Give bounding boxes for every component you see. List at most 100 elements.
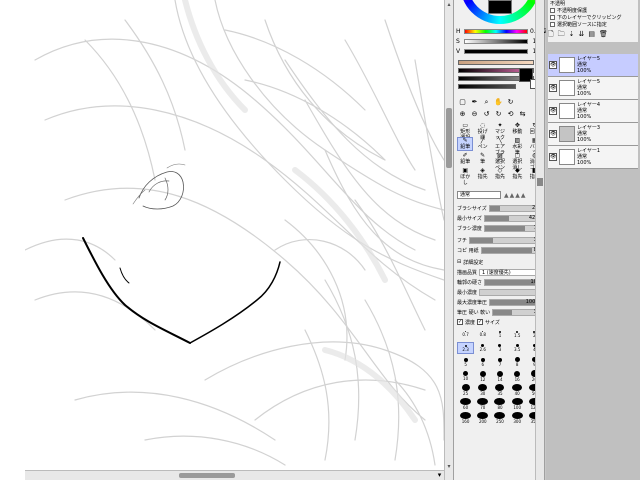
tool-panel-scrollbar[interactable]	[535, 0, 544, 480]
zoom-in-icon[interactable]: ⊕	[458, 110, 467, 120]
brush-size-preset[interactable]: 80	[491, 398, 508, 410]
saturation-slider-row[interactable]: S 100	[456, 37, 544, 46]
tool-button[interactable]: ✥ 移動	[509, 122, 525, 136]
resize-corner-icon[interactable]: ▾	[435, 470, 444, 480]
color-slider-1[interactable]	[458, 60, 534, 65]
clipping-option[interactable]: 下のレイヤーでクリッピング	[548, 14, 638, 21]
brush-size-preset[interactable]: 5	[457, 356, 474, 368]
brush-size-preset[interactable]: 3	[491, 342, 508, 354]
brush-size-preset[interactable]: 40	[509, 384, 526, 396]
brush-size-preset[interactable]: 250	[491, 412, 508, 424]
brush-shape-row[interactable]: フチ 32	[457, 235, 543, 245]
clipping-checkbox[interactable]	[550, 15, 555, 20]
visibility-eye-icon[interactable]: 👁	[549, 61, 557, 69]
new-layer-icon[interactable]: 🗋	[548, 30, 554, 41]
new-folder-icon[interactable]: 🗀	[558, 30, 565, 41]
brush-size-preset[interactable]: 0.8	[474, 328, 491, 340]
scroll-up-arrow-icon[interactable]: ▴	[445, 0, 453, 9]
tool-button[interactable]: ✎ 鉛筆	[457, 137, 474, 151]
tool-button[interactable]: ╲ エアブラシ	[492, 137, 508, 163]
checkbox-icon[interactable]: ▢	[458, 98, 467, 108]
rotate-icon[interactable]: ↻	[506, 98, 515, 108]
min-size-row[interactable]: 最小サイズ 42%	[457, 213, 543, 223]
brush-size-preset[interactable]: 30	[474, 384, 491, 396]
clear-layer-icon[interactable]: ▤	[588, 30, 595, 41]
tool-button[interactable]: ◈ 指先	[474, 167, 490, 181]
brush-size-preset[interactable]: 16	[509, 370, 526, 382]
brush-size-preset[interactable]: 1.5	[509, 328, 526, 340]
visibility-eye-icon[interactable]: 👁	[549, 153, 557, 161]
horizontal-scroll-thumb[interactable]	[179, 473, 235, 478]
protect-opacity-checkbox[interactable]	[550, 8, 555, 13]
min-density-slider[interactable]: 0	[479, 288, 543, 296]
brush-texture-row[interactable]: コピ 用紙 84	[457, 245, 543, 255]
pressure-row[interactable]: 筆圧 硬い 軟い 38	[457, 307, 543, 317]
tool-panel-scroll-thumb[interactable]	[537, 178, 543, 186]
brush-size-preset[interactable]: 8	[509, 356, 526, 368]
expand-icon[interactable]: ⊟	[457, 259, 461, 265]
brush-size-preset[interactable]: 0.7	[457, 328, 474, 340]
color-slider-4[interactable]	[458, 84, 516, 89]
brush-size-row[interactable]: ブラシサイズ 2.0	[457, 203, 543, 213]
hue-slider-row[interactable]: H 0.082	[456, 27, 547, 36]
pressure-size-checkbox[interactable]	[477, 319, 484, 325]
canvas-vertical-scrollbar[interactable]: ▴ ▾	[444, 0, 453, 480]
tool-button[interactable]: ▣ ぼかし	[457, 167, 473, 187]
scroll-down-arrow-icon[interactable]: ▾	[445, 462, 453, 471]
edge-hardness-row[interactable]: 輪郭の硬さ 100	[457, 277, 543, 287]
value-slider[interactable]	[464, 49, 528, 54]
brush-size-preset[interactable]: 7	[491, 356, 508, 368]
brush-size-preset[interactable]: 12	[474, 370, 491, 382]
vertical-scroll-thumb[interactable]	[446, 108, 452, 168]
brush-size-preset[interactable]: 300	[509, 412, 526, 424]
brush-density-row[interactable]: ブラシ濃度 70	[457, 223, 543, 233]
visibility-eye-icon[interactable]: 👁	[549, 107, 557, 115]
zoom-icon[interactable]: ⌕	[482, 98, 491, 108]
tool-button[interactable]: ◆ 指先	[509, 167, 525, 181]
selection-source-option[interactable]: 選択範囲ソースに指定	[548, 21, 638, 28]
transfer-layer-icon[interactable]: ⇣	[569, 30, 575, 41]
min-density-row[interactable]: 最小濃度 0	[457, 287, 543, 297]
merge-layer-icon[interactable]: ⇊	[579, 30, 585, 41]
brush-size-preset[interactable]: 10	[457, 370, 474, 382]
visibility-eye-icon[interactable]: 👁	[549, 84, 557, 92]
brush-size-preset[interactable]: 14	[491, 370, 508, 382]
eyedropper-icon[interactable]: ✒	[470, 98, 479, 108]
brush-size-preset[interactable]: 2.3	[457, 342, 475, 354]
brush-shape-slider[interactable]: 32	[469, 236, 543, 244]
brush-size-preset[interactable]: 2.6	[474, 342, 491, 354]
brush-texture-slider[interactable]: 84	[480, 246, 543, 254]
brush-size-preset[interactable]: 25	[457, 384, 474, 396]
layer-row[interactable]: 👁 レイヤー5 通常 100%	[548, 54, 638, 77]
saturation-value-square[interactable]	[488, 0, 512, 14]
brush-size-preset[interactable]: 160	[457, 412, 474, 424]
tool-button[interactable]: ▤ 選択ペン	[492, 152, 508, 172]
protect-opacity-option[interactable]: 不透明度保護	[548, 7, 638, 14]
tool-button[interactable]: ▨ 水彩筆	[509, 137, 525, 157]
drawing-canvas[interactable]	[25, 0, 444, 470]
brush-size-preset[interactable]: 6	[474, 356, 491, 368]
tool-button[interactable]: ✐ 鉛筆	[457, 152, 473, 166]
brush-shape-icons[interactable]: ▲▲▲▲	[504, 192, 526, 199]
layer-row[interactable]: 👁 レイヤー5 通常 100%	[548, 77, 638, 100]
tool-button[interactable]: ◌ 投げ縄	[474, 122, 490, 142]
zoom-out-icon[interactable]: ⊖	[470, 110, 479, 120]
color-wheel[interactable]	[460, 0, 540, 24]
reset-view-icon[interactable]: ⟲	[506, 110, 515, 120]
brush-size-preset[interactable]: 70	[474, 398, 491, 410]
advanced-settings-row[interactable]: ⊟ 詳細設定	[457, 257, 543, 267]
rotate-right-icon[interactable]: ↻	[494, 110, 503, 120]
layer-row[interactable]: 👁 レイヤー3 通常 100%	[548, 123, 638, 146]
tool-button[interactable]: ◇ 指先	[492, 167, 508, 181]
rotate-left-icon[interactable]: ↺	[482, 110, 491, 120]
brush-size-preset[interactable]: 60	[457, 398, 474, 410]
visibility-eye-icon[interactable]: 👁	[549, 130, 557, 138]
tool-button[interactable]: ▭矩形選択	[457, 122, 473, 142]
tool-button[interactable]: ▢ 選択消し	[509, 152, 525, 172]
trash-icon[interactable]: 🗑	[599, 30, 608, 41]
selection-source-checkbox[interactable]	[550, 22, 555, 27]
quality-dropdown[interactable]: 1 (速度優先)	[479, 268, 543, 276]
layer-row[interactable]: 👁 レイヤー4 通常 100%	[548, 100, 638, 123]
saturation-slider[interactable]	[464, 39, 528, 44]
max-pressure-row[interactable]: 最大濃度筆圧 100%	[457, 297, 543, 307]
